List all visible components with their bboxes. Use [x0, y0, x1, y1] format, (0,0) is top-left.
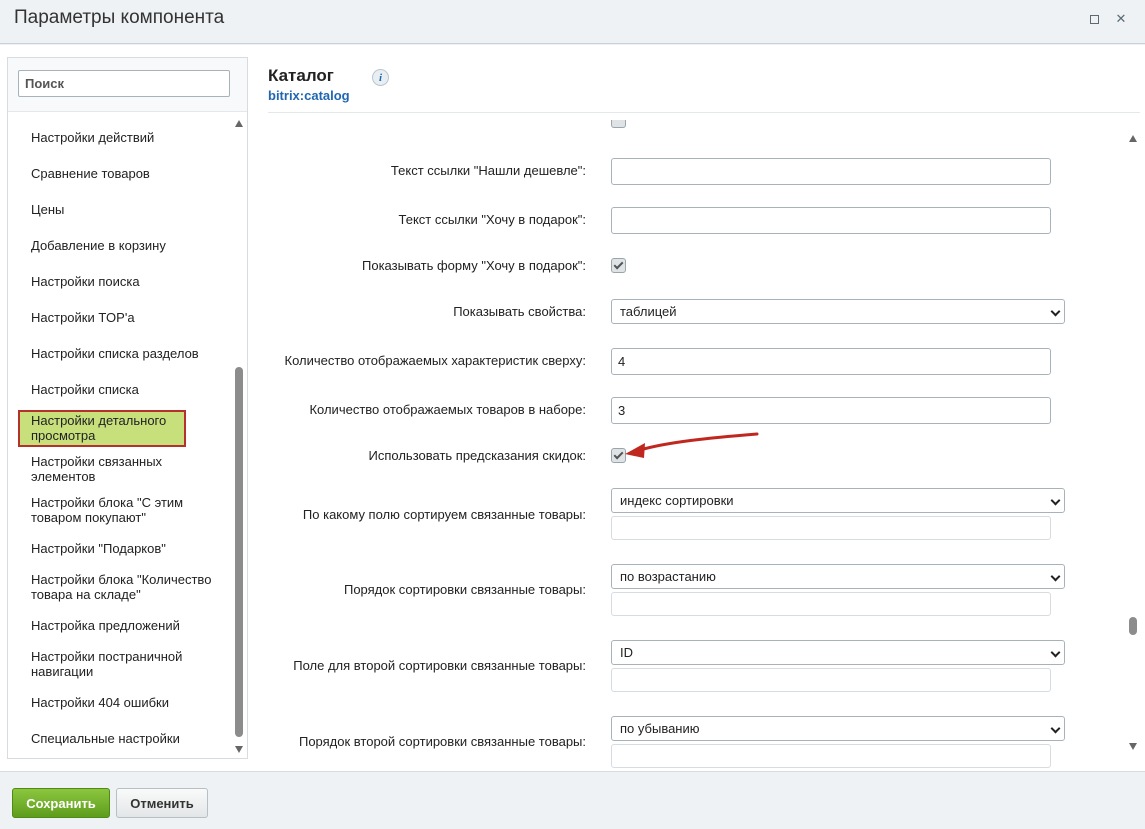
sidebar-item-add-to-cart[interactable]: Добавление в корзину	[20, 238, 223, 253]
cancel-button[interactable]: Отменить	[116, 788, 208, 818]
sort-order-value: по возрастанию	[620, 569, 716, 584]
sidebar-item-search[interactable]: Настройки поиска	[20, 274, 223, 289]
sort-field2-value: ID	[620, 645, 633, 660]
sidebar-item-label: Сравнение товаров	[31, 166, 150, 181]
discount-predict-checkbox[interactable]	[611, 448, 626, 463]
component-settings-panel: Каталог i bitrix:catalog Текст ссылки "Н…	[268, 45, 1145, 771]
sidebar-item-label: Настройки "Подарков"	[31, 541, 166, 556]
sidebar-item-section-list[interactable]: Настройки списка разделов	[20, 346, 223, 361]
show-props-label: Показывать свойства:	[453, 304, 586, 319]
sidebar-item-label: Настройки действий	[31, 130, 155, 145]
sidebar-item-404[interactable]: Настройки 404 ошибки	[20, 695, 223, 710]
sidebar-item-detail[interactable]: Настройки детального просмотра	[18, 410, 186, 447]
sidebar-item-label: Добавление в корзину	[31, 238, 166, 253]
main-scrollbar[interactable]	[1128, 130, 1138, 755]
dialog-titlebar: Параметры компонента ✕	[0, 0, 1145, 44]
sort-field-custom-input[interactable]	[611, 516, 1051, 540]
chevron-down-icon	[1050, 495, 1061, 506]
scroll-up-icon[interactable]	[235, 120, 243, 127]
sidebar-item-label: Настройки детального просмотра	[31, 413, 167, 443]
close-button[interactable]: ✕	[1114, 11, 1128, 26]
sidebar-item-actions[interactable]: Настройки действий	[20, 130, 223, 145]
sidebar-item-label: Настройки TOP'а	[31, 310, 135, 325]
sidebar-item-top[interactable]: Настройки TOP'а	[20, 310, 223, 325]
sidebar-item-offers[interactable]: Настройка предложений	[20, 618, 223, 633]
sort-order2-value: по убыванию	[620, 721, 700, 736]
sidebar-item-compare[interactable]: Сравнение товаров	[20, 166, 223, 181]
sidebar-item-label: Специальные настройки	[31, 731, 180, 746]
set-items-count-input[interactable]: 3	[611, 397, 1051, 424]
cheaper-link-input[interactable]	[611, 158, 1051, 185]
sidebar-item-label: Настройки блока "С этим товаром покупают…	[31, 495, 184, 525]
dialog-title: Параметры компонента	[14, 7, 225, 28]
clipped-checkbox[interactable]	[611, 120, 626, 128]
show-gift-form-checkbox[interactable]	[611, 258, 626, 273]
sidebar-item-related[interactable]: Настройки связанных элементов	[20, 454, 190, 484]
sidebar-item-bought-together[interactable]: Настройки блока "С этим товаром покупают…	[20, 495, 195, 525]
settings-sidebar: Настройки действий Сравнение товаров Цен…	[7, 57, 248, 759]
sort-order2-label: Порядок второй сортировки связанные това…	[298, 734, 586, 749]
sidebar-scroll-thumb[interactable]	[235, 367, 243, 737]
chevron-down-icon	[1050, 647, 1061, 658]
show-props-value: таблицей	[620, 304, 677, 319]
gift-link-input[interactable]	[611, 207, 1051, 234]
sort-field-label: По какому полю сортируем связанные товар…	[302, 507, 586, 522]
sidebar-item-label: Настройки поиска	[31, 274, 140, 289]
check-icon	[613, 449, 624, 460]
set-items-count-label: Количество отображаемых товаров в наборе…	[309, 402, 586, 417]
discount-predict-label: Использовать предсказания скидок:	[368, 448, 586, 463]
scroll-down-icon[interactable]	[235, 746, 243, 753]
sidebar-item-label: Настройки постраничной навигации	[31, 649, 183, 679]
dialog-footer: Сохранить Отменить	[0, 771, 1145, 829]
close-icon: ✕	[1115, 11, 1127, 26]
sort-order-custom-input[interactable]	[611, 592, 1051, 616]
search-input[interactable]	[18, 70, 230, 97]
sort-order-select[interactable]: по возрастанию	[611, 564, 1065, 589]
sort-field-value: индекс сортировки	[620, 493, 734, 508]
cheaper-link-label: Текст ссылки "Нашли дешевле":	[390, 163, 586, 178]
sort-field2-custom-input[interactable]	[611, 668, 1051, 692]
sidebar-item-special[interactable]: Специальные настройки	[20, 731, 223, 746]
sort-field2-select[interactable]: ID	[611, 640, 1065, 665]
sort-field2-label: Поле для второй сортировки связанные тов…	[293, 658, 586, 673]
sort-order-label: Порядок сортировки связанные товары:	[343, 582, 586, 597]
settings-form: Текст ссылки "Нашли дешевле": Текст ссыл…	[268, 113, 1128, 771]
sidebar-item-label: Настройка предложений	[31, 618, 180, 633]
sidebar-item-label: Цены	[31, 202, 65, 217]
scroll-down-icon[interactable]	[1129, 743, 1137, 750]
sort-order2-select[interactable]: по убыванию	[611, 716, 1065, 741]
component-title: Каталог	[268, 66, 334, 85]
sidebar-item-label: Настройки связанных элементов	[31, 454, 163, 484]
sidebar-item-label: Настройки 404 ошибки	[31, 695, 169, 710]
component-code: bitrix:catalog	[268, 88, 350, 103]
maximize-icon	[1089, 14, 1099, 24]
chevron-down-icon	[1050, 306, 1061, 317]
main-scroll-thumb[interactable]	[1129, 617, 1137, 635]
top-props-count-input[interactable]: 4	[611, 348, 1051, 375]
scroll-up-icon[interactable]	[1129, 135, 1137, 142]
sort-order2-custom-input[interactable]	[611, 744, 1051, 768]
sidebar-item-label: Настройки блока "Количество товара на ск…	[31, 572, 212, 602]
sidebar-item-list[interactable]: Настройки списка	[20, 382, 223, 397]
maximize-button[interactable]	[1087, 12, 1101, 26]
sidebar-item-pagination[interactable]: Настройки постраничной навигации	[20, 649, 195, 679]
sort-field-select[interactable]: индекс сортировки	[611, 488, 1065, 513]
show-props-select[interactable]: таблицей	[611, 299, 1065, 324]
sidebar-search	[8, 58, 247, 112]
check-icon	[613, 259, 624, 270]
chevron-down-icon	[1050, 723, 1061, 734]
sidebar-item-label: Настройки списка	[31, 382, 139, 397]
sidebar-item-prices[interactable]: Цены	[20, 202, 223, 217]
sidebar-item-stock[interactable]: Настройки блока "Количество товара на ск…	[20, 572, 215, 602]
dialog-content: Настройки действий Сравнение товаров Цен…	[0, 45, 1145, 771]
sidebar-scrollbar[interactable]	[234, 114, 244, 754]
sidebar-item-gifts[interactable]: Настройки "Подарков"	[20, 541, 223, 556]
info-icon[interactable]: i	[372, 69, 389, 86]
sidebar-item-label: Настройки списка разделов	[31, 346, 199, 361]
gift-link-label: Текст ссылки "Хочу в подарок":	[398, 212, 587, 227]
save-button[interactable]: Сохранить	[12, 788, 110, 818]
chevron-down-icon	[1050, 571, 1061, 582]
show-gift-form-label: Показывать форму "Хочу в подарок":	[362, 258, 586, 273]
top-props-count-label: Количество отображаемых характеристик св…	[284, 353, 586, 368]
